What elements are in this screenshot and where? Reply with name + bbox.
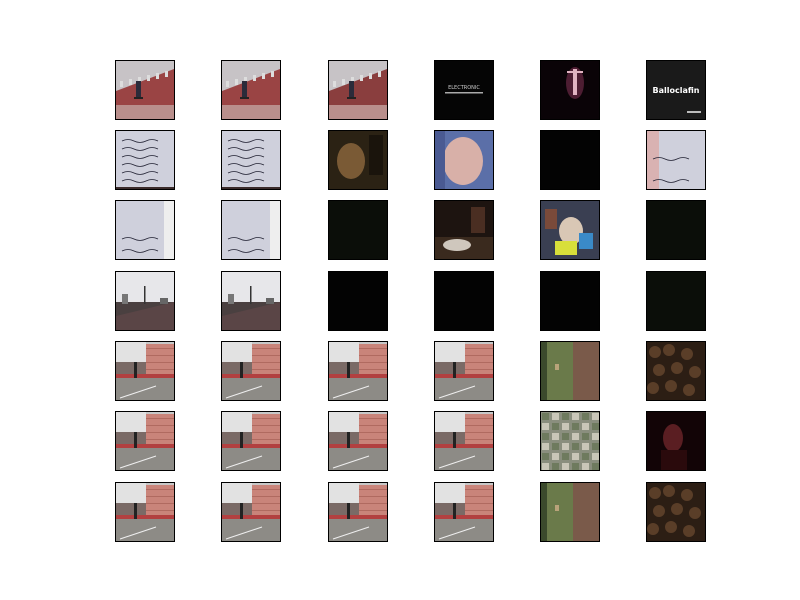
frame-image xyxy=(541,131,599,189)
frame-thumbnail xyxy=(540,130,600,190)
frame-thumbnail xyxy=(328,341,388,401)
frame-thumbnail xyxy=(221,60,281,120)
frame-thumbnail xyxy=(540,60,600,120)
frame-thumbnail xyxy=(540,411,600,471)
frame-thumbnail xyxy=(434,341,494,401)
frame-image xyxy=(435,131,493,189)
frame-image xyxy=(647,131,705,189)
frame-thumbnail xyxy=(221,271,281,331)
frame-thumbnail xyxy=(540,271,600,331)
frame-thumbnail xyxy=(540,341,600,401)
frame-thumbnail xyxy=(328,200,388,260)
frame-image xyxy=(647,272,705,330)
frame-thumbnail xyxy=(115,411,175,471)
frame-thumbnail xyxy=(646,482,706,542)
frame-image xyxy=(329,131,387,189)
frame-image xyxy=(647,201,705,259)
frame-image xyxy=(329,412,387,470)
frame-thumbnail xyxy=(434,411,494,471)
frame-thumbnail xyxy=(328,130,388,190)
frame-thumbnail xyxy=(434,482,494,542)
frame-thumbnail xyxy=(221,482,281,542)
frame-image xyxy=(435,412,493,470)
frame-thumbnail xyxy=(540,200,600,260)
frame-thumbnail xyxy=(221,411,281,471)
frame-thumbnail xyxy=(434,200,494,260)
frame-image xyxy=(329,272,387,330)
frame-thumbnail xyxy=(115,271,175,331)
frame-image: Balloclafin xyxy=(647,61,705,119)
frame-image xyxy=(647,412,705,470)
frame-image xyxy=(329,61,387,119)
frame-image xyxy=(541,61,599,119)
frame-image xyxy=(329,201,387,259)
frame-thumbnail: Balloclafin xyxy=(646,60,706,120)
frame-image xyxy=(541,412,599,470)
frame-image xyxy=(116,272,174,330)
frame-image xyxy=(647,483,705,541)
frame-title-text: ELECTRONIC xyxy=(448,85,480,91)
frame-image xyxy=(116,483,174,541)
frame-image: ELECTRONIC xyxy=(435,61,493,119)
frame-thumbnail xyxy=(646,200,706,260)
frame-thumbnail xyxy=(328,271,388,331)
frame-thumbnail xyxy=(115,60,175,120)
frame-image xyxy=(222,342,280,400)
frame-image xyxy=(329,483,387,541)
frame-thumbnail xyxy=(434,271,494,331)
thumbnail-grid: ELECTRONIC Balloclafin xyxy=(0,0,800,600)
frame-image xyxy=(435,483,493,541)
frame-image xyxy=(541,483,599,541)
frame-thumbnail xyxy=(646,411,706,471)
frame-thumbnail xyxy=(115,130,175,190)
frame-image xyxy=(116,412,174,470)
frame-image xyxy=(435,342,493,400)
frame-image xyxy=(222,412,280,470)
frame-image xyxy=(222,272,280,330)
frame-image xyxy=(222,131,280,189)
frame-image xyxy=(116,342,174,400)
frame-image xyxy=(116,131,174,189)
frame-image xyxy=(435,201,493,259)
frame-image xyxy=(435,272,493,330)
frame-thumbnail xyxy=(646,130,706,190)
frame-image xyxy=(541,201,599,259)
frame-thumbnail: ELECTRONIC xyxy=(434,60,494,120)
frame-thumbnail xyxy=(328,411,388,471)
frame-thumbnail xyxy=(115,482,175,542)
frame-logo-text: Balloclafin xyxy=(653,86,700,95)
frame-thumbnail xyxy=(328,60,388,120)
frame-thumbnail xyxy=(646,341,706,401)
frame-thumbnail xyxy=(434,130,494,190)
frame-thumbnail xyxy=(540,482,600,542)
frame-thumbnail xyxy=(646,271,706,331)
frame-image xyxy=(116,201,174,259)
frame-thumbnail xyxy=(221,130,281,190)
frame-image xyxy=(541,272,599,330)
frame-image xyxy=(541,342,599,400)
frame-thumbnail xyxy=(221,341,281,401)
frame-thumbnail xyxy=(115,341,175,401)
frame-image xyxy=(647,342,705,400)
frame-image xyxy=(222,61,280,119)
frame-image xyxy=(329,342,387,400)
frame-thumbnail xyxy=(328,482,388,542)
frame-image xyxy=(222,483,280,541)
frame-image xyxy=(222,201,280,259)
frame-image xyxy=(116,61,174,119)
frame-thumbnail xyxy=(115,200,175,260)
frame-thumbnail xyxy=(221,200,281,260)
